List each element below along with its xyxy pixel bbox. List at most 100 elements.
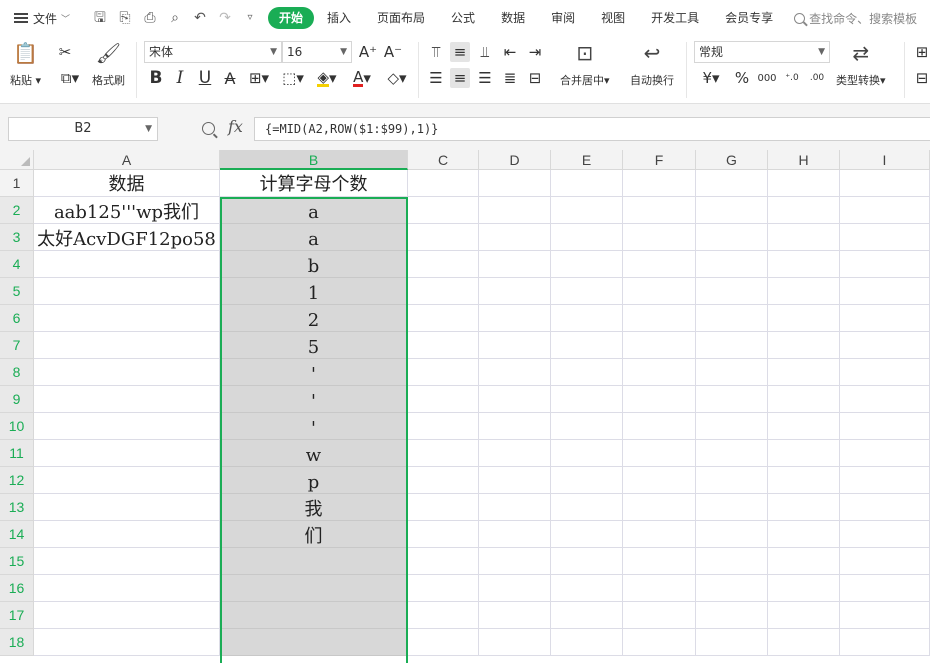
cell-e9[interactable] — [551, 386, 623, 413]
row-header-4[interactable]: 4 — [0, 251, 34, 278]
cell-g8[interactable] — [696, 359, 768, 386]
cell-h18[interactable] — [768, 629, 840, 656]
increase-decimal-icon[interactable]: ⁺.0 — [782, 68, 802, 88]
cell-d10[interactable] — [479, 413, 551, 440]
cell-h10[interactable] — [768, 413, 840, 440]
cell-h17[interactable] — [768, 602, 840, 629]
currency-icon[interactable]: ¥▾ — [698, 68, 724, 88]
cell-d16[interactable] — [479, 575, 551, 602]
cell-f1[interactable] — [623, 170, 696, 197]
cell-c12[interactable] — [408, 467, 479, 494]
cell-c13[interactable] — [408, 494, 479, 521]
cell-c2[interactable] — [408, 197, 479, 224]
merge-center-button[interactable]: ⊡ 合并居中▾ — [560, 40, 610, 88]
justify-icon[interactable]: ≣ — [500, 68, 520, 88]
command-search[interactable]: 查找命令、搜索模板 — [794, 10, 917, 27]
cell-d17[interactable] — [479, 602, 551, 629]
cell-f2[interactable] — [623, 197, 696, 224]
number-format-select[interactable]: 常规 ▼ — [694, 41, 830, 63]
cell-e6[interactable] — [551, 305, 623, 332]
tab-view[interactable]: 视图 — [588, 7, 638, 29]
cell-d2[interactable] — [479, 197, 551, 224]
cell-i11[interactable] — [840, 440, 930, 467]
cell-e7[interactable] — [551, 332, 623, 359]
formula-input[interactable]: {=MID(A2,ROW($1:$99),1)} — [254, 117, 930, 141]
column-header-f[interactable]: F — [623, 150, 696, 170]
clear-format-icon[interactable]: ◇▾ — [383, 68, 411, 88]
cell-f3[interactable] — [623, 224, 696, 251]
decrease-font-icon[interactable]: A⁻ — [383, 42, 403, 62]
cell-a18[interactable] — [34, 629, 220, 656]
row-header-7[interactable]: 7 — [0, 332, 34, 359]
tab-insert[interactable]: 插入 — [314, 7, 364, 29]
increase-font-icon[interactable]: A⁺ — [358, 42, 378, 62]
cell-b1[interactable]: 计算字母个数 — [220, 170, 408, 197]
cell-g4[interactable] — [696, 251, 768, 278]
cell-i6[interactable] — [840, 305, 930, 332]
cell-b13[interactable]: 我 — [220, 494, 408, 521]
table-icon[interactable]: ⊞ — [912, 42, 930, 62]
cell-d4[interactable] — [479, 251, 551, 278]
cell-i3[interactable] — [840, 224, 930, 251]
cell-b18[interactable] — [220, 629, 408, 656]
cell-h3[interactable] — [768, 224, 840, 251]
column-header-i[interactable]: I — [840, 150, 930, 170]
row-header-9[interactable]: 9 — [0, 386, 34, 413]
cell-c8[interactable] — [408, 359, 479, 386]
fill-color-icon[interactable]: ◈ ▾ — [313, 68, 341, 88]
cell-g10[interactable] — [696, 413, 768, 440]
tab-data[interactable]: 数据 — [488, 7, 538, 29]
select-all-corner[interactable] — [0, 150, 34, 170]
strikethrough-icon[interactable]: A — [220, 68, 240, 88]
cell-e18[interactable] — [551, 629, 623, 656]
cell-b10[interactable]: ' — [220, 413, 408, 440]
cell-i16[interactable] — [840, 575, 930, 602]
cell-d14[interactable] — [479, 521, 551, 548]
row-header-11[interactable]: 11 — [0, 440, 34, 467]
cell-h7[interactable] — [768, 332, 840, 359]
tab-home[interactable]: 开始 — [268, 7, 315, 29]
cell-f15[interactable] — [623, 548, 696, 575]
align-middle-icon[interactable]: ≡ — [450, 42, 470, 62]
cell-g2[interactable] — [696, 197, 768, 224]
cell-g5[interactable] — [696, 278, 768, 305]
cell-d15[interactable] — [479, 548, 551, 575]
cell-c5[interactable] — [408, 278, 479, 305]
cell-g7[interactable] — [696, 332, 768, 359]
cell-a15[interactable] — [34, 548, 220, 575]
spreadsheet-grid[interactable]: A B C D E F G H I 1 数据 计算字母个数 2 aab125'''wp我们 a 3 太好AcvD… — [0, 150, 930, 663]
cell-d9[interactable] — [479, 386, 551, 413]
cell-e5[interactable] — [551, 278, 623, 305]
cell-g15[interactable] — [696, 548, 768, 575]
tab-member[interactable]: 会员专享 — [712, 7, 786, 29]
cell-i12[interactable] — [840, 467, 930, 494]
cell-f16[interactable] — [623, 575, 696, 602]
cell-d1[interactable] — [479, 170, 551, 197]
cell-i14[interactable] — [840, 521, 930, 548]
cell-f5[interactable] — [623, 278, 696, 305]
cell-i9[interactable] — [840, 386, 930, 413]
cell-h11[interactable] — [768, 440, 840, 467]
column-header-e[interactable]: E — [551, 150, 623, 170]
cell-f7[interactable] — [623, 332, 696, 359]
cell-i15[interactable] — [840, 548, 930, 575]
row-header-15[interactable]: 15 — [0, 548, 34, 575]
cell-c4[interactable] — [408, 251, 479, 278]
cell-i13[interactable] — [840, 494, 930, 521]
bold-icon[interactable]: B — [146, 68, 166, 88]
cell-a4[interactable] — [34, 251, 220, 278]
tab-page-layout[interactable]: 页面布局 — [364, 7, 438, 29]
wrap-text-button[interactable]: ↩ 自动换行 — [630, 40, 674, 88]
cell-g9[interactable] — [696, 386, 768, 413]
fx-icon[interactable]: fx — [228, 117, 243, 136]
row-header-5[interactable]: 5 — [0, 278, 34, 305]
tab-review[interactable]: 审阅 — [538, 7, 588, 29]
format-painter-button[interactable]: 🖌 格式刷 — [92, 40, 125, 88]
distributed-align-icon[interactable]: ⊟ — [525, 68, 545, 88]
cell-d8[interactable] — [479, 359, 551, 386]
cell-f17[interactable] — [623, 602, 696, 629]
cell-f8[interactable] — [623, 359, 696, 386]
cell-b11[interactable]: w — [220, 440, 408, 467]
cell-a3[interactable]: 太好AcvDGF12po58 — [34, 224, 220, 251]
cell-h2[interactable] — [768, 197, 840, 224]
